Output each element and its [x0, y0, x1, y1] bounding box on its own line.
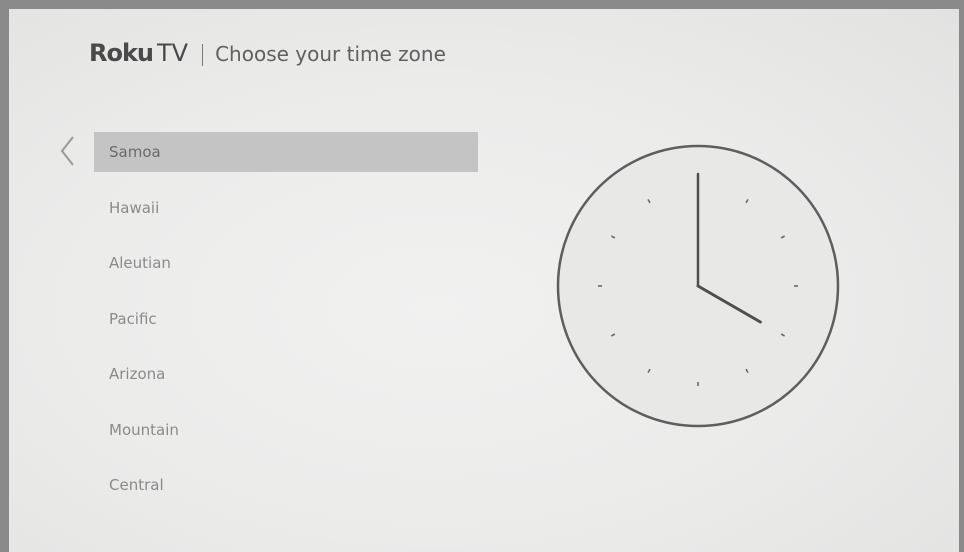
tv-screen: Roku TV Choose your time zone Samoa Hawa…	[9, 9, 959, 552]
page-title: Choose your time zone	[215, 42, 446, 66]
timezone-item-pacific[interactable]: Pacific	[94, 299, 478, 339]
timezone-list: Samoa Hawaii Aleutian Pacific Arizona Mo…	[94, 132, 478, 521]
logo-tv-text: TV	[157, 39, 189, 67]
clock-illustration	[554, 142, 842, 430]
timezone-item-mountain[interactable]: Mountain	[94, 410, 478, 450]
chevron-left-icon[interactable]	[55, 133, 79, 169]
roku-tv-logo: Roku TV	[89, 39, 188, 67]
timezone-item-arizona[interactable]: Arizona	[94, 354, 478, 394]
timezone-item-samoa[interactable]: Samoa	[94, 132, 478, 172]
logo-roku-text: Roku	[89, 39, 154, 67]
header-divider	[202, 44, 204, 66]
header: Roku TV Choose your time zone	[89, 39, 446, 67]
timezone-item-central[interactable]: Central	[94, 465, 478, 505]
timezone-item-hawaii[interactable]: Hawaii	[94, 188, 478, 228]
timezone-item-aleutian[interactable]: Aleutian	[94, 243, 478, 283]
